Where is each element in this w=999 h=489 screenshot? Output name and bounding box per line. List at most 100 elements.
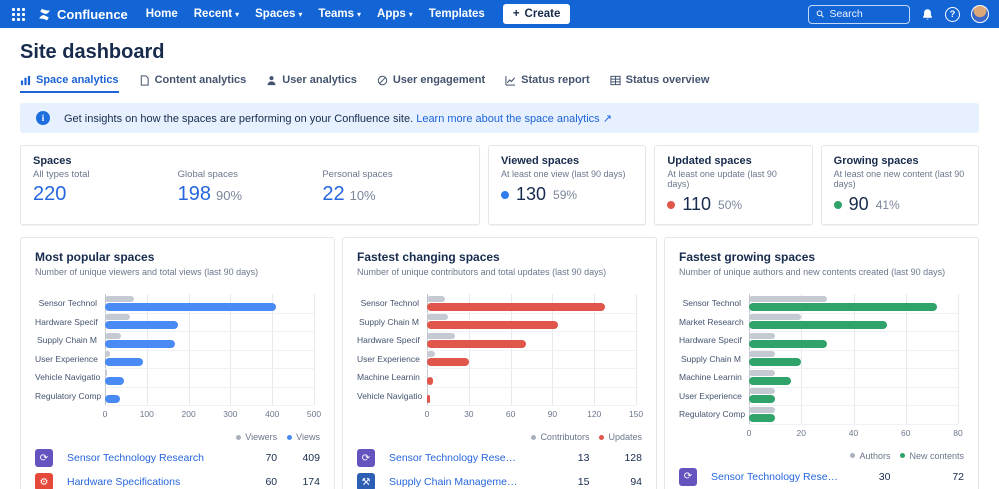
bar-authors [749, 407, 775, 413]
bar-updates [427, 358, 469, 366]
chart-panels-row: Most popular spacesNumber of unique view… [20, 237, 979, 489]
user-avatar[interactable] [971, 5, 989, 23]
value-1: 30 [879, 468, 891, 486]
tab-label: User engagement [393, 74, 485, 86]
stat-percent: 59% [553, 188, 577, 202]
chevron-down-icon: ▾ [409, 10, 413, 19]
chart-row: Market Research [679, 313, 964, 332]
nav-item-teams[interactable]: Teams▾ [318, 8, 361, 20]
bar-authors [749, 333, 775, 339]
metric-label: Global spaces [178, 169, 323, 180]
bar-chart: Sensor TechnolSupply Chain MHardware Spe… [357, 294, 642, 420]
stat-value-row: 9041% [834, 194, 966, 215]
bar-viewers [105, 333, 121, 339]
tab-user-engagement[interactable]: User engagement [377, 74, 485, 93]
app-switcher-icon[interactable] [12, 8, 25, 21]
tab-user-analytics[interactable]: User analytics [266, 74, 357, 93]
category-label: Regulatory Comp [35, 391, 105, 401]
stat-card-subtitle: At least one update (last 90 days) [667, 169, 799, 189]
x-tick-label: 20 [797, 428, 806, 438]
space-link[interactable]: Sensor Technology Research [67, 449, 226, 467]
tab-space-analytics[interactable]: Space analytics [20, 74, 119, 93]
chevron-down-icon: ▾ [235, 10, 239, 19]
bar-group [427, 314, 636, 329]
banner-learn-more-link[interactable]: Learn more about the space analytics ↗ [416, 113, 612, 125]
metric-label: All types total [33, 169, 178, 180]
search-icon [816, 9, 824, 19]
x-tick-label: 80 [953, 428, 962, 438]
chart-row: Sensor Technol [679, 294, 964, 313]
bar-viewers [105, 370, 107, 376]
space-link[interactable]: Hardware Specifications [67, 473, 226, 489]
tab-label: Content analytics [155, 74, 247, 86]
value-2: 174 [302, 473, 320, 489]
notifications-icon[interactable] [921, 8, 934, 21]
nav-item-templates[interactable]: Templates [429, 8, 485, 20]
create-button[interactable]: + Create [503, 4, 571, 24]
tab-content-analytics[interactable]: Content analytics [139, 74, 247, 93]
metric-percent: 90% [216, 188, 242, 203]
panel-fastest-changing-spaces: Fastest changing spacesNumber of unique … [342, 237, 657, 489]
chart-row: Machine Learnin [679, 368, 964, 387]
bar-updates [427, 395, 430, 403]
stat-card-growing-spaces: Growing spacesAt least one new content (… [821, 145, 979, 225]
bar-new-contents [749, 340, 827, 348]
value-1: 70 [265, 449, 277, 467]
bar-chart: Sensor TechnolHardware SpecifSupply Chai… [35, 294, 320, 420]
supply-chain-space-icon: ⚒ [357, 473, 375, 489]
category-label: Regulatory Comp [679, 409, 749, 419]
chart-row: Sensor Technol [35, 294, 320, 313]
search-box[interactable] [808, 5, 910, 24]
chart-row: Machine Learnin [357, 368, 642, 387]
nav-item-recent[interactable]: Recent▾ [194, 8, 239, 20]
slash-circle-icon [377, 75, 388, 86]
help-icon[interactable]: ? [945, 7, 960, 22]
bar-group [749, 296, 958, 311]
tab-label: Status report [521, 74, 589, 86]
stat-percent: 41% [876, 198, 900, 212]
value-1: 13 [578, 449, 590, 467]
main-nav: Home Recent▾ Spaces▾ Teams▾ Apps▾ Templates [146, 8, 485, 20]
metric-value: 220 [33, 183, 66, 206]
confluence-logo[interactable]: Confluence [37, 7, 128, 22]
chevron-down-icon: ▾ [298, 10, 302, 19]
bar-views [105, 340, 175, 348]
metric-value-row: 19890% [178, 183, 323, 206]
tab-status-overview[interactable]: Status overview [610, 74, 710, 93]
document-icon [139, 75, 150, 86]
category-label: Supply Chain M [35, 335, 105, 345]
panel-title: Fastest changing spaces [357, 250, 642, 264]
bar-contributors [427, 351, 435, 357]
column-header-new-contents: New contents [900, 449, 964, 465]
person-icon [266, 75, 277, 86]
x-axis: 020406080 [749, 424, 958, 439]
nav-item-home[interactable]: Home [146, 8, 178, 20]
space-link[interactable]: Sensor Technology Research [389, 449, 521, 467]
bar-group [105, 296, 314, 311]
info-icon: i [36, 111, 50, 125]
space-link[interactable]: Supply Chain Management for Car Producti… [389, 473, 521, 489]
chart-row: User Experience [679, 387, 964, 406]
chart-row: Vehicle Navigatio [357, 387, 642, 406]
column-header-contributors: Contributors [531, 430, 589, 446]
nav-item-apps[interactable]: Apps▾ [377, 8, 413, 20]
chart-row: Regulatory Comp [679, 405, 964, 424]
bar-new-contents [749, 395, 775, 403]
chart-row: User Experience [35, 350, 320, 369]
bar-group [105, 314, 314, 329]
x-tick-label: 500 [307, 409, 321, 419]
space-link[interactable]: Sensor Technology Research [711, 468, 840, 486]
nav-item-spaces[interactable]: Spaces▾ [255, 8, 302, 20]
x-tick-label: 40 [849, 428, 858, 438]
column-header-authors: Authors [850, 449, 890, 465]
metric-value-row: 220 [33, 183, 178, 206]
bar-contributors [427, 388, 428, 394]
bar-group [105, 388, 314, 403]
x-tick-label: 200 [182, 409, 196, 419]
bar-views [105, 377, 124, 385]
bar-group [749, 314, 958, 329]
page-title: Site dashboard [20, 41, 979, 64]
tab-status-report[interactable]: Status report [505, 74, 589, 93]
bar-updates [427, 303, 605, 311]
search-input[interactable] [829, 8, 902, 20]
